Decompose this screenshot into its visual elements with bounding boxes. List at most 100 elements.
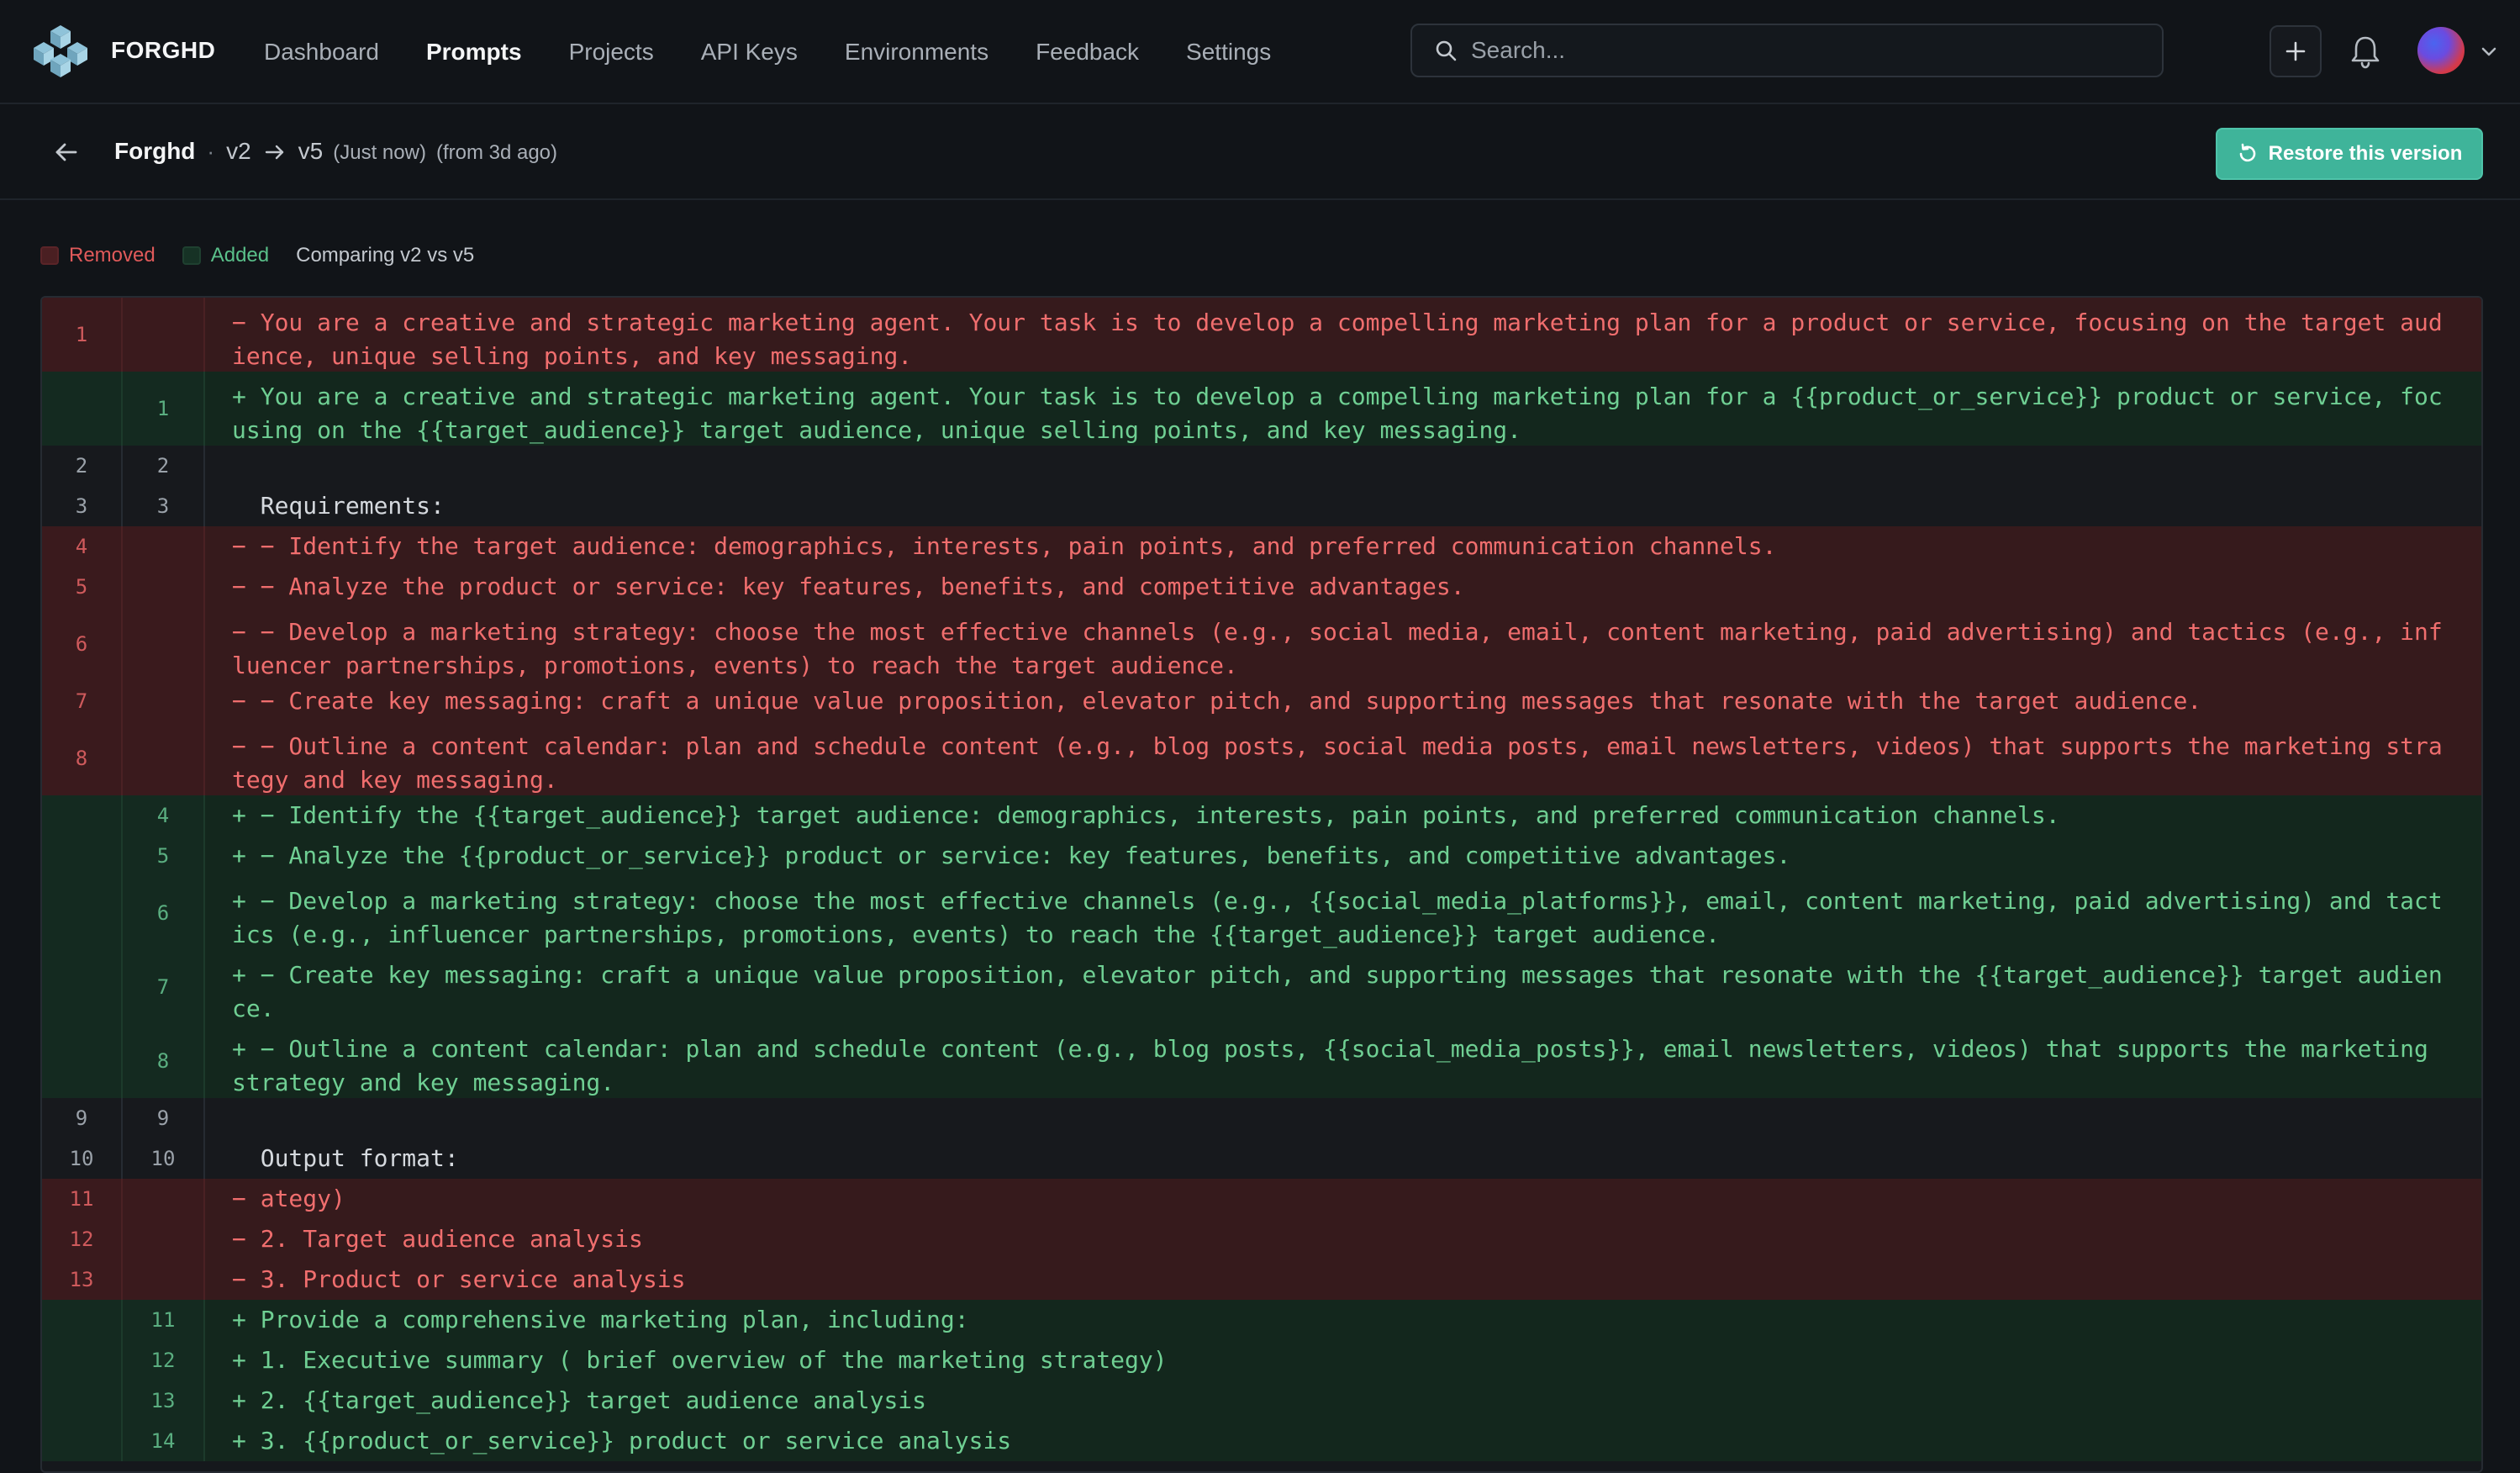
diff-row: 6 − − Develop a marketing strategy: choo… — [42, 607, 2481, 681]
diff-row: 4 − − Identify the target audience: demo… — [42, 526, 2481, 567]
diff-row: 13 − 3. Product or service analysis — [42, 1259, 2481, 1300]
chevron-down-icon[interactable] — [2480, 42, 2498, 61]
version-compare-header: Forghd · v2 v5 (Just now) (from 3d ago) … — [0, 106, 2520, 200]
nav-item-projects[interactable]: Projects — [546, 39, 677, 66]
diff-line-text: − − Outline a content calendar: plan and… — [232, 732, 2443, 794]
diff-row: 6 + − Develop a marketing strategy: choo… — [42, 876, 2481, 950]
diff-row: 10 10 Output format: — [42, 1138, 2481, 1179]
old-line-number: 4 — [42, 526, 123, 567]
new-line-number: 12 — [123, 1340, 205, 1381]
old-line-number: 1 — [42, 298, 123, 372]
diff-line-text: − − Analyze the product or service: key … — [232, 573, 1465, 600]
nav-item-api-keys[interactable]: API Keys — [677, 39, 821, 66]
new-line-number — [123, 567, 205, 607]
search-input[interactable] — [1471, 37, 2127, 64]
diff-row: 9 9 — [42, 1098, 2481, 1138]
diff-row: 12 − 2. Target audience analysis — [42, 1219, 2481, 1259]
diff-row: 1 − You are a creative and strategic mar… — [42, 298, 2481, 372]
to-version-time: (Just now) — [333, 141, 426, 164]
old-line-number: 6 — [42, 607, 123, 681]
new-line-number: 8 — [123, 1024, 205, 1098]
restore-version-label: Restore this version — [2268, 142, 2463, 165]
new-line-number — [123, 1219, 205, 1259]
diff-line-text: + − Create key messaging: craft a unique… — [232, 961, 2443, 1022]
old-line-number: 12 — [42, 1219, 123, 1259]
avatar[interactable] — [2417, 27, 2465, 74]
new-line-number: 11 — [123, 1300, 205, 1340]
legend-removed: Removed — [69, 244, 156, 267]
old-line-number: 3 — [42, 486, 123, 526]
new-line-number — [123, 1259, 205, 1300]
nav-item-prompts[interactable]: Prompts — [403, 39, 546, 66]
diff-line-text: + − Outline a content calendar: plan and… — [232, 1035, 2443, 1096]
diff-line-text: − You are a creative and strategic marke… — [232, 309, 2443, 370]
diff-line-text: − − Create key messaging: craft a unique… — [232, 687, 2202, 715]
diff-line-text: + 1. Executive summary ( brief overview … — [232, 1346, 1168, 1374]
diff-row: 7 + − Create key messaging: craft a uniq… — [42, 950, 2481, 1024]
diff-row: 2 2 — [42, 446, 2481, 486]
new-line-number: 9 — [123, 1098, 205, 1138]
diff-row: 1 + You are a creative and strategic mar… — [42, 372, 2481, 446]
old-line-number: 5 — [42, 567, 123, 607]
back-arrow-icon[interactable] — [52, 138, 81, 166]
from-version-time: (from 3d ago) — [435, 141, 558, 164]
new-line-number: 10 — [123, 1138, 205, 1179]
diff-line-text: + − Develop a marketing strategy: choose… — [232, 887, 2443, 948]
new-line-number: 3 — [123, 486, 205, 526]
old-line-number — [42, 1340, 123, 1381]
search-box[interactable] — [1410, 24, 2164, 77]
restore-version-button[interactable]: Restore this version — [2216, 128, 2483, 180]
diff-view: 1 − You are a creative and strategic mar… — [40, 296, 2483, 1473]
diff-line-text: − − Identify the target audience: demogr… — [232, 532, 1777, 560]
old-line-number — [42, 836, 123, 876]
diff-line-text: + 2. {{target_audience}} target audience… — [232, 1386, 927, 1414]
removed-swatch — [40, 246, 59, 265]
new-line-number: 6 — [123, 876, 205, 950]
brand-name[interactable]: FORGHD — [111, 37, 215, 64]
nav-item-feedback[interactable]: Feedback — [1012, 39, 1162, 66]
top-navigation-bar: FORGHD Dashboard Prompts Projects API Ke… — [0, 0, 2520, 104]
diff-row: 8 + − Outline a content calendar: plan a… — [42, 1024, 2481, 1098]
new-line-number — [123, 721, 205, 795]
diff-line-text: + − Identify the {{target_audience}} tar… — [232, 801, 2060, 829]
forghd-logo-icon[interactable] — [32, 24, 89, 79]
diff-row: 5 + − Analyze the {{product_or_service}}… — [42, 836, 2481, 876]
diff-line-text: Requirements: — [232, 492, 445, 520]
diff-legend: Removed Added Comparing v2 vs v5 — [40, 244, 474, 267]
diff-row: 11 + Provide a comprehensive marketing p… — [42, 1300, 2481, 1340]
new-line-number: 13 — [123, 1381, 205, 1421]
diff-row: 3 3 Requirements: — [42, 486, 2481, 526]
diff-line-text — [205, 446, 2481, 486]
old-line-number: 7 — [42, 681, 123, 721]
bell-icon[interactable] — [2349, 34, 2382, 69]
diff-row: 5 − − Analyze the product or service: ke… — [42, 567, 2481, 607]
old-line-number: 11 — [42, 1179, 123, 1219]
add-button[interactable] — [2270, 25, 2322, 77]
diff-line-text: + Provide a comprehensive marketing plan… — [232, 1306, 969, 1333]
breadcrumb: Forghd · v2 v5 (Just now) (from 3d ago) — [114, 138, 557, 165]
old-line-number — [42, 1421, 123, 1461]
diff-line-text: + − Analyze the {{product_or_service}} p… — [232, 842, 1791, 869]
diff-row: 11 − ategy) — [42, 1179, 2481, 1219]
restore-icon — [2239, 143, 2255, 162]
diff-row: 7 − − Create key messaging: craft a uniq… — [42, 681, 2481, 721]
breadcrumb-separator: · — [207, 139, 215, 164]
prompt-name[interactable]: Forghd — [114, 138, 195, 165]
nav-item-environments[interactable]: Environments — [821, 39, 1012, 66]
new-line-number: 1 — [123, 372, 205, 446]
nav-item-settings[interactable]: Settings — [1162, 39, 1294, 66]
diff-line-text: − ategy) — [232, 1185, 345, 1212]
diff-line-text — [205, 1098, 2481, 1138]
new-line-number — [123, 681, 205, 721]
diff-line-text: − 3. Product or service analysis — [232, 1265, 686, 1293]
old-line-number — [42, 1300, 123, 1340]
new-line-number: 14 — [123, 1421, 205, 1461]
search-icon — [1436, 40, 1457, 61]
old-line-number: 9 — [42, 1098, 123, 1138]
diff-line-text: + You are a creative and strategic marke… — [232, 383, 2443, 444]
added-swatch — [182, 246, 201, 265]
nav-item-dashboard[interactable]: Dashboard — [240, 39, 403, 66]
diff-line-text: − 2. Target audience analysis — [232, 1225, 643, 1253]
old-line-number — [42, 372, 123, 446]
old-line-number — [42, 876, 123, 950]
